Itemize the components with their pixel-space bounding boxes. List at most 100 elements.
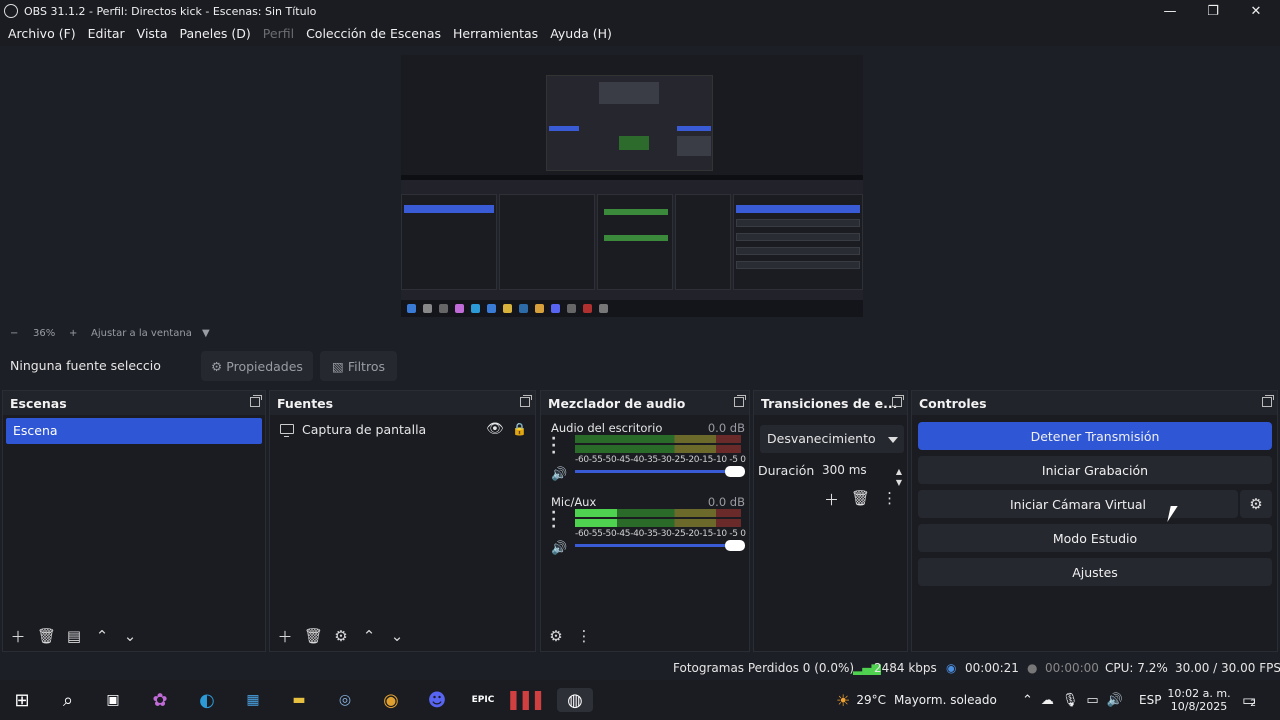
sources-toolbar: ＋ 🗑 ⚙ ⌃ ⌄: [270, 621, 535, 651]
start-virtual-camera-button[interactable]: Iniciar Cámara Virtual: [918, 490, 1238, 518]
studio-mode-button[interactable]: Modo Estudio: [918, 524, 1272, 552]
more-options-icon[interactable]: ⋮: [575, 627, 593, 645]
notifications-button[interactable]: ▭ 2: [1242, 680, 1256, 720]
network-icon[interactable]: ☁: [1041, 693, 1054, 708]
menu-help[interactable]: Ayuda (H): [544, 22, 618, 46]
source-item[interactable]: Captura de pantalla 👁 🔒: [270, 415, 535, 443]
chevron-down-icon: [888, 437, 898, 443]
close-button[interactable]: ✕: [1234, 0, 1278, 22]
record-icon: ●: [1027, 661, 1038, 675]
scene-item[interactable]: Escena: [6, 418, 262, 444]
chevron-up-icon[interactable]: ⌃: [1022, 693, 1033, 708]
microphone-icon[interactable]: 🎙: [1062, 693, 1079, 708]
edge-icon[interactable]: ◐: [195, 688, 219, 712]
speaker-icon[interactable]: 🔊: [551, 467, 567, 482]
menu-docks[interactable]: Paneles (D): [174, 22, 257, 46]
record-time: 00:00:00: [1045, 661, 1099, 675]
discord-icon[interactable]: ☻: [425, 688, 449, 712]
properties-button[interactable]: ⚙ Propiedades: [201, 351, 313, 381]
dock-float-icon[interactable]: [520, 395, 532, 407]
search-icon[interactable]: ⌕: [56, 688, 80, 712]
sources-title: Fuentes: [277, 395, 334, 411]
slider-handle[interactable]: [725, 540, 745, 551]
menu-file[interactable]: Archivo (F): [2, 22, 82, 46]
eye-icon[interactable]: 👁: [486, 421, 504, 437]
gear-icon[interactable]: ⚙: [332, 627, 350, 645]
lock-icon[interactable]: 🔒: [512, 422, 527, 436]
weather-temp: 29°C: [856, 693, 886, 707]
volume-slider[interactable]: [575, 466, 745, 477]
menu-profile[interactable]: Perfil: [257, 22, 300, 46]
trash-icon[interactable]: 🗑: [304, 627, 323, 645]
add-icon[interactable]: ＋: [9, 626, 27, 647]
volume-slider[interactable]: [575, 540, 745, 551]
mixer-header: Mezclador de audio: [541, 391, 749, 415]
volume-icon[interactable]: 🔊: [1107, 693, 1123, 708]
channel-db: 0.0 dB: [707, 495, 745, 509]
transition-select[interactable]: Desvanecimiento: [760, 425, 904, 453]
stream-time: 00:00:21: [965, 661, 1019, 675]
slider-handle[interactable]: [725, 466, 745, 477]
cpu-usage: CPU: 7.2%: [1105, 661, 1168, 675]
more-options-icon[interactable]: · · ·: [551, 506, 561, 534]
minimize-button[interactable]: —: [1148, 0, 1192, 22]
scene-filters-icon[interactable]: ▤: [65, 627, 83, 645]
menu-view[interactable]: Vista: [131, 22, 174, 46]
file-explorer-icon[interactable]: ▬: [287, 688, 311, 712]
obs-taskbar-icon[interactable]: ◍: [557, 688, 593, 712]
advanced-audio-icon[interactable]: ⚙: [547, 627, 565, 645]
chrome-icon[interactable]: ◉: [379, 688, 403, 712]
level-meter: [575, 445, 741, 453]
dock-float-icon[interactable]: [734, 395, 746, 407]
clock[interactable]: 10:02 a. m. 10/8/2025: [1167, 680, 1231, 720]
zoom-fit-label: Ajustar a la ventana: [91, 328, 192, 339]
add-icon[interactable]: ＋: [276, 626, 294, 647]
task-view-icon[interactable]: ▣: [101, 688, 125, 712]
dropped-frames: Fotogramas Perdidos 0 (0.0%): [673, 661, 855, 675]
dock-float-icon[interactable]: [892, 395, 904, 407]
windows-start-icon[interactable]: ⊞: [10, 688, 34, 712]
settings-button[interactable]: Ajustes: [918, 558, 1272, 586]
menu-scene-collection[interactable]: Colección de Escenas: [300, 22, 447, 46]
speaker-icon[interactable]: 🔊: [551, 541, 567, 556]
duration-spinbox[interactable]: 300 ms ▲ ▼: [818, 457, 904, 487]
menu-tools[interactable]: Herramientas: [447, 22, 544, 46]
menu-edit[interactable]: Editar: [82, 22, 131, 46]
zoom-dropdown-icon[interactable]: ▼: [202, 328, 210, 339]
add-icon[interactable]: ＋: [824, 489, 839, 510]
clock-time: 10:02 a. m.: [1167, 687, 1231, 700]
move-up-icon[interactable]: ⌃: [93, 627, 111, 645]
steam-icon[interactable]: ◎: [333, 688, 357, 712]
move-down-icon[interactable]: ⌄: [388, 627, 406, 645]
trash-icon[interactable]: 🗑: [851, 489, 870, 510]
level-meter: [575, 519, 741, 527]
copilot-icon[interactable]: ✿: [148, 688, 172, 712]
start-recording-button[interactable]: Iniciar Grabación: [918, 456, 1272, 484]
preview-canvas[interactable]: [401, 55, 863, 317]
zoom-out-button[interactable]: −: [10, 328, 18, 339]
dock-float-icon[interactable]: [250, 395, 262, 407]
gear-icon: ⚙: [211, 358, 223, 374]
more-options-icon[interactable]: · · ·: [551, 432, 561, 460]
epic-games-icon[interactable]: EPIC: [471, 688, 495, 712]
language-indicator[interactable]: ESP: [1139, 680, 1161, 720]
fps: 30.00 / 30.00 FPS: [1175, 661, 1280, 675]
zoom-in-button[interactable]: +: [69, 328, 77, 339]
wifi-icon[interactable]: ▭: [1086, 693, 1098, 708]
filters-button[interactable]: ▧ Filtros: [320, 351, 397, 381]
weather-widget[interactable]: ☀ 29°C Mayorm. soleado: [836, 680, 997, 720]
stop-stream-button[interactable]: Detener Transmisión: [918, 422, 1272, 450]
audio-app-icon[interactable]: ▌▌▌: [511, 688, 548, 712]
move-down-icon[interactable]: ⌄: [121, 627, 139, 645]
dock-float-icon[interactable]: [1262, 395, 1274, 407]
more-options-icon[interactable]: ⋮: [882, 489, 897, 510]
store-icon[interactable]: ▦: [241, 688, 265, 712]
move-up-icon[interactable]: ⌃: [360, 627, 378, 645]
trash-icon[interactable]: 🗑: [37, 627, 56, 645]
channel-name: Mic/Aux: [551, 495, 597, 509]
maximize-button[interactable]: ❐: [1191, 0, 1235, 22]
virtual-camera-settings-button[interactable]: ⚙: [1240, 490, 1272, 518]
transitions-title: Transiciones de e...: [761, 395, 898, 411]
transition-value: Desvanecimiento: [767, 431, 876, 446]
controls-title: Controles: [919, 395, 987, 411]
